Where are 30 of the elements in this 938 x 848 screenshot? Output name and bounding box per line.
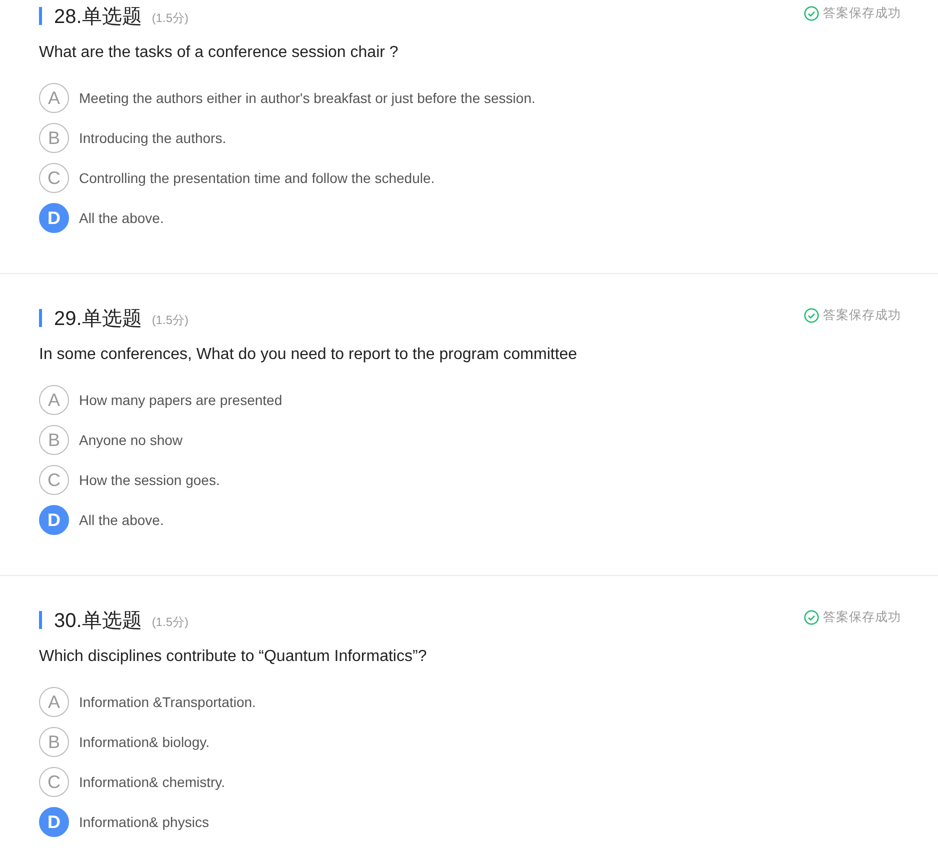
title-bar <box>39 611 42 629</box>
option-text[interactable]: Information& physics <box>79 814 209 830</box>
question-text: What are the tasks of a conference session chair ? <box>39 43 400 63</box>
score-label: (1.5分) <box>152 312 188 329</box>
check-circle-icon <box>804 308 819 322</box>
status-text: 答案保存成功 <box>823 306 901 324</box>
option-text[interactable]: Information& biology. <box>79 734 210 750</box>
check-circle-icon <box>804 610 819 624</box>
option-text[interactable]: Meeting the authors either in author's breakfast or just before the session. <box>79 90 536 106</box>
question-text: Which disciplines contribute to “Quantum Informatics”? <box>39 647 428 667</box>
score-label: (1.5分) <box>152 614 188 631</box>
question-title: 30.单选题 <box>54 608 142 634</box>
status-text: 答案保存成功 <box>823 4 901 22</box>
question-title: 29.单选题 <box>54 306 142 332</box>
question-title: 28.单选题 <box>54 4 142 30</box>
option-text[interactable]: Introducing the authors. <box>79 130 226 146</box>
option-text[interactable]: How many papers are presented <box>79 392 282 408</box>
title-bar <box>39 7 42 25</box>
status-text: 答案保存成功 <box>823 608 901 626</box>
question-text: In some conferences, What do you need to report to the program committee <box>39 345 578 365</box>
score-label: (1.5分) <box>152 10 188 27</box>
option-text[interactable]: Information& chemistry. <box>79 774 226 790</box>
option-text[interactable]: All the above. <box>79 512 164 528</box>
option-text[interactable]: Anyone no show <box>79 432 183 448</box>
option-text[interactable]: How the session goes. <box>79 472 220 488</box>
option-text[interactable]: Controlling the presentation time and follow the schedule. <box>79 170 435 186</box>
title-bar <box>39 309 42 327</box>
option-text[interactable]: Information &Transportation. <box>79 694 256 710</box>
check-circle-icon <box>804 6 819 20</box>
option-text[interactable]: All the above. <box>79 210 164 226</box>
